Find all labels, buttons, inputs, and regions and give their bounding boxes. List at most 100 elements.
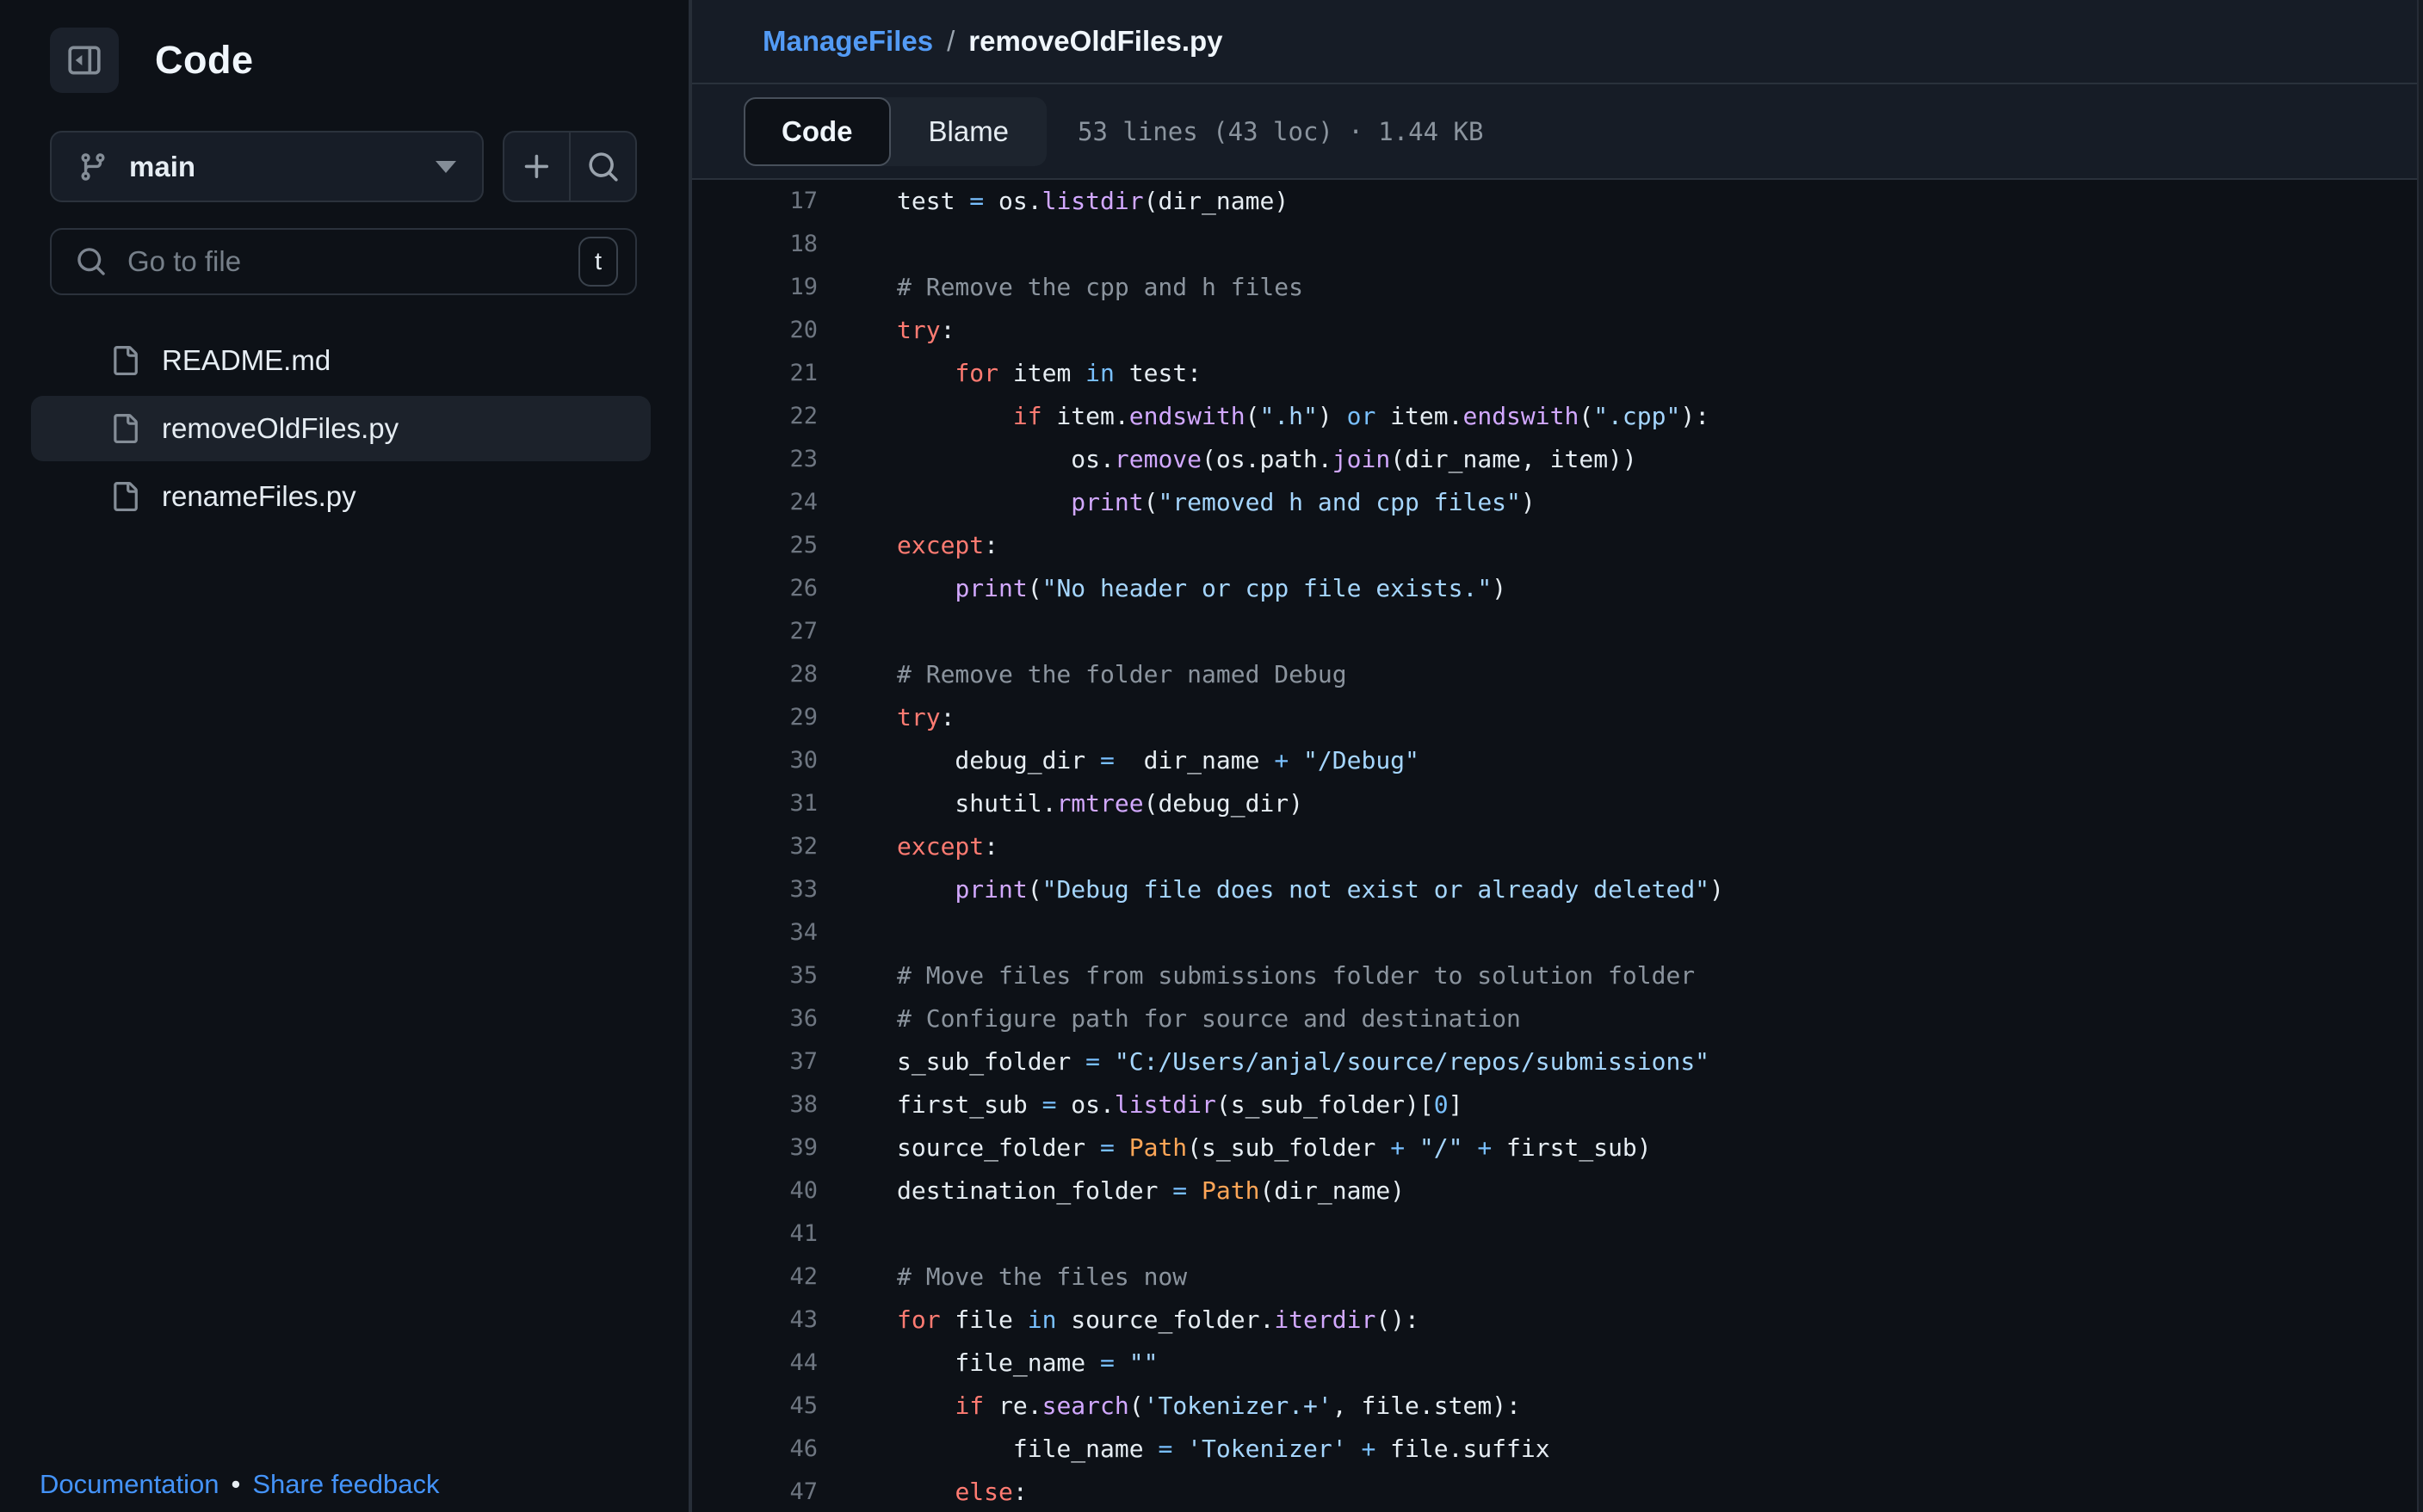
line-number[interactable]: 38 — [692, 1083, 818, 1126]
tab-blame[interactable]: Blame — [891, 97, 1048, 166]
code-line: 30 debug_dir = dir_name + "/Debug" — [692, 739, 2423, 782]
code-line-content: # Move the files now — [818, 1256, 1187, 1299]
add-file-button[interactable] — [504, 133, 569, 201]
code-line: 18 — [692, 223, 2423, 266]
code-line-content: # Remove the cpp and h files — [818, 266, 1303, 309]
go-to-file-input[interactable]: Go to file t — [50, 228, 637, 295]
code-line: 34 — [692, 911, 2423, 954]
line-number[interactable]: 37 — [692, 1040, 818, 1083]
code-line-content: # Configure path for source and destinat… — [818, 997, 1521, 1040]
line-number[interactable]: 43 — [692, 1299, 818, 1342]
file-tree-item[interactable]: renameFiles.py — [31, 464, 651, 529]
line-number[interactable]: 23 — [692, 438, 818, 481]
line-number[interactable]: 39 — [692, 1126, 818, 1169]
line-number[interactable]: 36 — [692, 997, 818, 1040]
code-line-content: file_name = "" — [818, 1342, 1158, 1385]
line-number[interactable]: 20 — [692, 309, 818, 352]
collapse-sidebar-button[interactable] — [50, 28, 119, 93]
code-line: 28# Remove the folder named Debug — [692, 653, 2423, 696]
file-tree-item[interactable]: README.md — [31, 328, 651, 393]
line-number[interactable]: 46 — [692, 1428, 818, 1471]
line-number[interactable]: 28 — [692, 653, 818, 696]
sidebar-title: Code — [155, 38, 254, 83]
code-line-content: try: — [818, 309, 955, 352]
file-name: removeOldFiles.py — [162, 412, 399, 445]
line-number[interactable]: 44 — [692, 1342, 818, 1385]
sidebar-collapse-icon — [66, 42, 102, 78]
code-line-content: for file in source_folder.iterdir(): — [818, 1299, 1419, 1342]
share-feedback-link[interactable]: Share feedback — [252, 1469, 439, 1500]
code-line: 39source_folder = Path(s_sub_folder + "/… — [692, 1126, 2423, 1169]
line-number[interactable]: 24 — [692, 481, 818, 524]
line-number[interactable]: 27 — [692, 610, 818, 653]
branch-name: main — [129, 151, 195, 183]
branch-selector[interactable]: main — [50, 131, 484, 202]
code-line: 24 print("removed h and cpp files") — [692, 481, 2423, 524]
line-number[interactable]: 45 — [692, 1385, 818, 1428]
code-blame-switcher: Code Blame — [744, 97, 1047, 166]
code-line-content: if re.search('Tokenizer.+', file.stem): — [818, 1385, 1521, 1428]
file-content-panel: ManageFiles / removeOldFiles.py Code Bla… — [692, 0, 2423, 1512]
code-line: 20try: — [692, 309, 2423, 352]
code-line: 40destination_folder = Path(dir_name) — [692, 1169, 2423, 1213]
code-line-content — [818, 911, 897, 954]
code-line-content: file_name = 'Tokenizer' + file.suffix — [818, 1428, 1550, 1471]
line-number[interactable]: 26 — [692, 567, 818, 610]
code-line: 33 print("Debug file does not exist or a… — [692, 868, 2423, 911]
sidebar-controls: main — [50, 131, 637, 202]
code-line-content: print("No header or cpp file exists.") — [818, 567, 1506, 610]
footer-separator: • — [232, 1469, 241, 1500]
code-line-content: print("removed h and cpp files") — [818, 481, 1536, 524]
go-to-file-placeholder: Go to file — [127, 245, 241, 278]
code-line: 32except: — [692, 825, 2423, 868]
sidebar-footer: Documentation • Share feedback — [40, 1469, 440, 1500]
breadcrumb: ManageFiles / removeOldFiles.py — [692, 0, 2423, 84]
code-line-content — [818, 610, 897, 653]
file-tree-item[interactable]: removeOldFiles.py — [31, 396, 651, 461]
code-line: 23 os.remove(os.path.join(dir_name, item… — [692, 438, 2423, 481]
line-number[interactable]: 32 — [692, 825, 818, 868]
line-number[interactable]: 19 — [692, 266, 818, 309]
file-view-toolbar: Code Blame 53 lines (43 loc) · 1.44 KB — [692, 84, 2423, 180]
line-number[interactable]: 33 — [692, 868, 818, 911]
line-number[interactable]: 17 — [692, 180, 818, 223]
tree-actions-group — [503, 131, 637, 202]
file-meta-info: 53 lines (43 loc) · 1.44 KB — [1078, 117, 1483, 146]
line-number[interactable]: 42 — [692, 1256, 818, 1299]
tab-code[interactable]: Code — [744, 97, 891, 166]
breadcrumb-repo-link[interactable]: ManageFiles — [763, 25, 933, 58]
documentation-link[interactable]: Documentation — [40, 1469, 219, 1500]
code-line: 43for file in source_folder.iterdir(): — [692, 1299, 2423, 1342]
code-line-content: source_folder = Path(s_sub_folder + "/" … — [818, 1126, 1652, 1169]
line-number[interactable]: 34 — [692, 911, 818, 954]
line-number[interactable]: 40 — [692, 1169, 818, 1213]
code-line: 44 file_name = "" — [692, 1342, 2423, 1385]
sidebar-header: Code — [0, 0, 689, 93]
line-number[interactable]: 22 — [692, 395, 818, 438]
code-line-content: print("Debug file does not exist or alre… — [818, 868, 1724, 911]
line-number[interactable]: 47 — [692, 1471, 818, 1512]
line-number[interactable]: 25 — [692, 524, 818, 567]
code-line-content: except: — [818, 524, 998, 567]
search-code-button[interactable] — [569, 133, 635, 201]
scrollbar[interactable] — [2417, 0, 2423, 1512]
code-line: 36# Configure path for source and destin… — [692, 997, 2423, 1040]
line-number[interactable]: 31 — [692, 782, 818, 825]
code-line-content: for item in test: — [818, 352, 1202, 395]
code-line: 19# Remove the cpp and h files — [692, 266, 2423, 309]
line-number[interactable]: 18 — [692, 223, 818, 266]
file-icon — [110, 343, 139, 378]
code-line: 38first_sub = os.listdir(s_sub_folder)[0… — [692, 1083, 2423, 1126]
code-line: 22 if item.endswith(".h") or item.endswi… — [692, 395, 2423, 438]
line-number[interactable]: 35 — [692, 954, 818, 997]
line-number[interactable]: 30 — [692, 739, 818, 782]
code-line-content: # Move files from submissions folder to … — [818, 954, 1695, 997]
file-icon — [110, 479, 139, 514]
code-line: 45 if re.search('Tokenizer.+', file.stem… — [692, 1385, 2423, 1428]
line-number[interactable]: 21 — [692, 352, 818, 395]
code-line-content: shutil.rmtree(debug_dir) — [818, 782, 1303, 825]
line-number[interactable]: 41 — [692, 1213, 818, 1256]
code-line: 29try: — [692, 696, 2423, 739]
code-line-content: os.remove(os.path.join(dir_name, item)) — [818, 438, 1637, 481]
line-number[interactable]: 29 — [692, 696, 818, 739]
